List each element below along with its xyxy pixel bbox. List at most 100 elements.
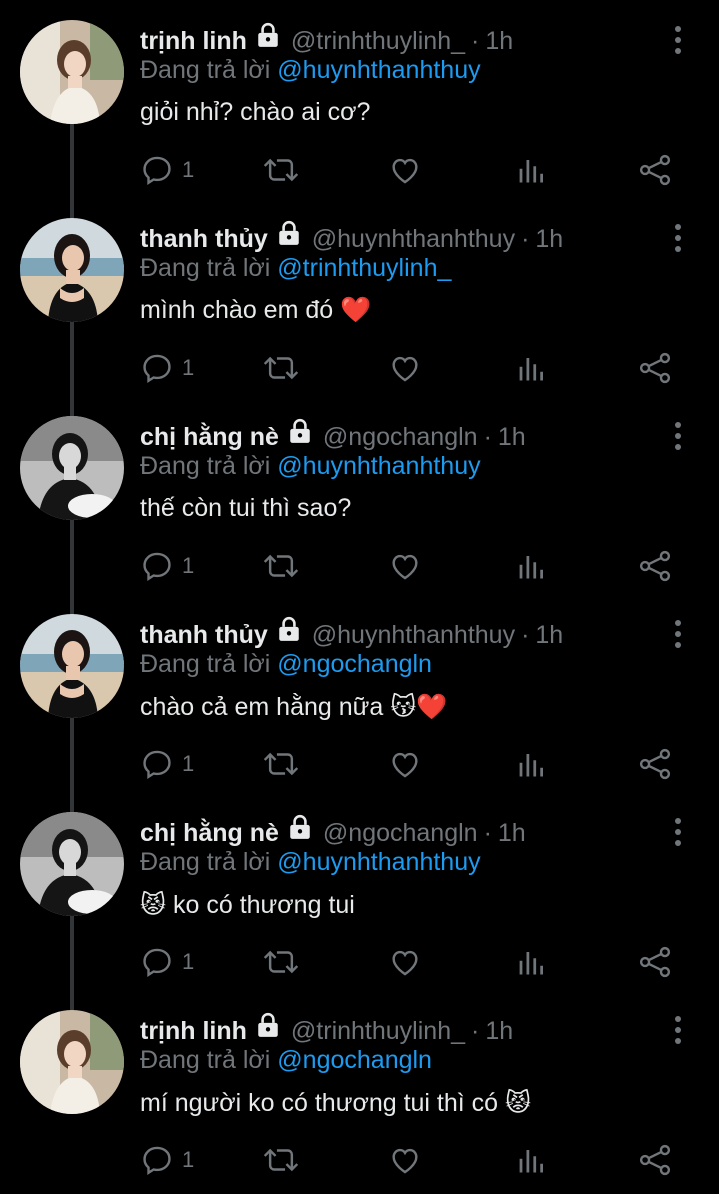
timestamp[interactable]: 1h [498,819,526,848]
timestamp[interactable]: 1h [485,27,513,56]
more-vertical-icon[interactable] [671,224,685,252]
reply-button[interactable]: 1 [140,150,194,190]
stats-button[interactable] [516,1140,546,1180]
like-button[interactable] [388,942,422,982]
retweet-icon [262,747,300,781]
stats-icon [516,945,546,979]
share-button[interactable] [638,546,672,586]
reply-count: 1 [182,355,195,380]
like-button[interactable] [388,348,422,388]
replying-to-mention[interactable]: @ngochangln [277,650,432,678]
retweet-button[interactable] [262,744,300,784]
share-icon [638,153,672,187]
user-handle[interactable]: @huynhthanhthuy [312,225,515,254]
tweet[interactable]: trịnh linh @trinhthuylinh_ · 1h Đang trả… [0,990,719,1188]
avatar-huynhthanhthuy[interactable] [20,218,124,322]
tweet-actions: 1 [140,348,680,388]
share-button[interactable] [638,1140,672,1180]
timestamp[interactable]: 1h [485,1017,513,1046]
reply-button[interactable]: 1 [140,348,194,388]
more-vertical-icon[interactable] [671,818,685,846]
tweet-header: chị hằng nè @ngochangln · 1h [140,814,526,850]
replying-to-mention[interactable]: @huynhthanhthuy [277,848,480,876]
share-button[interactable] [638,348,672,388]
replying-to-mention[interactable]: @huynhthanhthuy [277,452,480,480]
user-handle[interactable]: @trinhthuylinh_ [291,27,465,56]
tweet-text: mình chào em đó ❤️ [140,296,372,324]
stats-button[interactable] [516,546,546,586]
lock-icon [287,418,313,451]
avatar-trinhthuylinh[interactable] [20,1010,124,1114]
stats-icon [516,549,546,583]
user-handle[interactable]: @ngochangln [323,819,478,848]
like-icon [388,549,422,583]
avatar-huynhthanhthuy[interactable] [20,614,124,718]
reply-icon [140,945,174,979]
separator-dot: · [483,422,492,451]
lock-icon [255,1012,281,1045]
retweet-button[interactable] [262,942,300,982]
tweet-header: trịnh linh @trinhthuylinh_ · 1h [140,22,513,58]
replying-to-mention[interactable]: @huynhthanhthuy [277,56,480,84]
avatar-ngochangln[interactable] [20,812,124,916]
reply-icon [140,1143,174,1177]
display-name[interactable]: chị hằng nè [140,423,279,452]
share-button[interactable] [638,942,672,982]
user-handle[interactable]: @trinhthuylinh_ [291,1017,465,1046]
replying-to: Đang trả lời @ngochangln [140,650,432,679]
more-vertical-icon[interactable] [671,26,685,54]
retweet-button[interactable] [262,546,300,586]
stats-icon [516,1143,546,1177]
like-button[interactable] [388,546,422,586]
tweet[interactable]: chị hằng nè @ngochangln · 1h Đang trả lờ… [0,396,719,594]
reply-button[interactable]: 1 [140,546,194,586]
reply-button[interactable]: 1 [140,942,194,982]
separator-dot: · [521,224,530,253]
like-button[interactable] [388,150,422,190]
avatar-trinhthuylinh[interactable] [20,20,124,124]
tweet[interactable]: chị hằng nè @ngochangln · 1h Đang trả lờ… [0,792,719,990]
more-vertical-icon[interactable] [671,422,685,450]
more-vertical-icon[interactable] [671,1016,685,1044]
replying-to: Đang trả lời @huynhthanhthuy [140,452,481,481]
reply-button[interactable]: 1 [140,744,194,784]
user-handle[interactable]: @huynhthanhthuy [312,621,515,650]
retweet-button[interactable] [262,348,300,388]
stats-button[interactable] [516,744,546,784]
retweet-button[interactable] [262,150,300,190]
tweet[interactable]: trịnh linh @trinhthuylinh_ · 1h Đang trả… [0,0,719,198]
reply-button[interactable]: 1 [140,1140,194,1180]
tweet[interactable]: thanh thủy @huynhthanhthuy · 1h Đang trả… [0,198,719,396]
retweet-button[interactable] [262,1140,300,1180]
replying-to-prefix: Đang trả lời [140,452,271,480]
share-button[interactable] [638,744,672,784]
more-vertical-icon[interactable] [671,620,685,648]
avatar-ngochangln[interactable] [20,416,124,520]
lock-icon [276,220,302,253]
stats-icon [516,351,546,385]
retweet-icon [262,351,300,385]
display-name[interactable]: trịnh linh [140,1017,247,1046]
reply-count: 1 [182,553,195,578]
timestamp[interactable]: 1h [535,621,563,650]
display-name[interactable]: thanh thủy [140,621,268,650]
tweet[interactable]: thanh thủy @huynhthanhthuy · 1h Đang trả… [0,594,719,792]
reply-count: 1 [182,751,195,776]
stats-button[interactable] [516,942,546,982]
timestamp[interactable]: 1h [535,225,563,254]
stats-button[interactable] [516,348,546,388]
timestamp[interactable]: 1h [498,423,526,452]
like-button[interactable] [388,744,422,784]
tweet-actions: 1 [140,546,680,586]
like-button[interactable] [388,1140,422,1180]
stats-button[interactable] [516,150,546,190]
replying-to-mention[interactable]: @ngochangln [277,1046,432,1074]
user-handle[interactable]: @ngochangln [323,423,478,452]
reply-icon [140,747,174,781]
display-name[interactable]: thanh thủy [140,225,268,254]
display-name[interactable]: trịnh linh [140,27,247,56]
replying-to-mention[interactable]: @trinhthuylinh_ [277,254,451,282]
reply-count: 1 [182,157,195,182]
display-name[interactable]: chị hằng nè [140,819,279,848]
share-button[interactable] [638,150,672,190]
